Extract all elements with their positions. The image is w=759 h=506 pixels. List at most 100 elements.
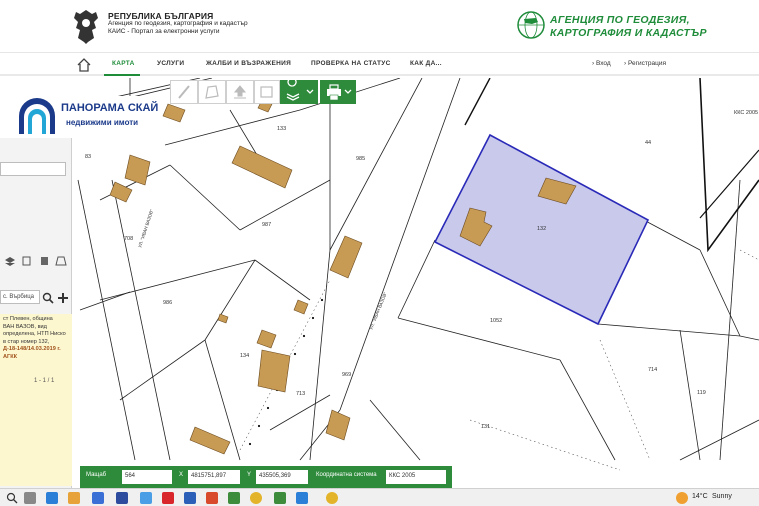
building: [124, 154, 151, 186]
result-line: ВАН ВАЗОВ, вид: [3, 323, 47, 330]
weather-status: Sunny: [712, 493, 732, 500]
result-link[interactable]: АГКК: [3, 354, 69, 362]
app-icon[interactable]: [206, 492, 218, 504]
register-link[interactable]: › Регистрация: [624, 60, 666, 67]
login-label: Вход: [595, 60, 611, 67]
x-label: X: [179, 472, 184, 478]
agency-line2: КАРТОГРАФИЯ И КАДАСТЪР: [550, 27, 707, 39]
shape-icon: [55, 256, 67, 266]
chrome-icon[interactable]: [250, 492, 262, 504]
site-header: РЕПУБЛИКА БЪЛГАРИЯ Агенция по геодезия, …: [0, 0, 759, 52]
parcel-label: 131: [481, 424, 490, 430]
polygon-icon: [205, 85, 219, 99]
upload-icon: [233, 85, 247, 99]
chrome-icon[interactable]: [326, 492, 338, 504]
layers-icon: [5, 257, 15, 266]
printer-icon: [327, 84, 352, 101]
building: [256, 329, 277, 349]
parcel-label: 83: [85, 154, 91, 160]
parcel-label: 132: [537, 226, 546, 232]
sun-icon: [676, 492, 688, 504]
layers-icon: [286, 77, 314, 101]
parcel-label: 708: [124, 236, 133, 242]
result-line: определена, НТП Ниско: [3, 331, 66, 337]
y-coordinate-field[interactable]: 435505,369: [256, 470, 308, 484]
home-icon[interactable]: [76, 57, 92, 73]
search-icon[interactable]: [6, 492, 18, 504]
panorama-sky-logo: ПАНОРАМА СКАЙ недвижими имоти: [15, 96, 159, 136]
street-label: УЛ. "ИВАН ВАЗОВ": [368, 291, 388, 330]
print-dropdown-button[interactable]: [320, 80, 356, 104]
table-icon: [41, 257, 48, 265]
parcel-label: 133: [277, 126, 286, 132]
parcel-label: 134: [240, 353, 249, 359]
panorama-subtitle: недвижими имоти: [66, 118, 139, 127]
result-pager: 1 - 1 / 1: [0, 378, 72, 486]
parcel-label: 44: [645, 140, 651, 146]
search-icon[interactable]: [42, 292, 54, 304]
nav-item-map[interactable]: КАРТА: [112, 60, 135, 67]
building: [189, 426, 231, 455]
parcel-label: 1052: [490, 318, 502, 324]
edge-icon[interactable]: [46, 492, 58, 504]
pager-text: 1 - 1 / 1: [34, 378, 55, 384]
building: [329, 235, 363, 279]
list-icon: [22, 256, 31, 266]
coordinate-bar: Мащаб 564 X 4815751,897 Y 435505,369 Коо…: [80, 466, 452, 488]
panorama-title: ПАНОРАМА СКАЙ: [61, 102, 159, 114]
word-icon[interactable]: [184, 492, 196, 504]
nav-item-status-check[interactable]: ПРОВЕРКА НА СТАТУС: [311, 60, 391, 67]
map-canvas[interactable]: 44 132 133 985 987 986 134 713 1052 714 …: [0, 78, 759, 488]
result-link[interactable]: Д-18-148/14.03.2019 г.: [3, 346, 69, 354]
cadastral-map[interactable]: 44 132 133 985 987 986 134 713 1052 714 …: [0, 78, 759, 488]
weather-temp: 14°C: [692, 493, 708, 500]
nav-item-services[interactable]: УСЛУГИ: [157, 60, 184, 67]
folder-icon[interactable]: [68, 492, 80, 504]
gov-line2: КАИС - Портал за електронни услуги: [108, 28, 220, 35]
building: [257, 349, 291, 393]
nav-item-how-to[interactable]: КАК ДА...: [410, 60, 442, 67]
parcel-label: 969: [342, 372, 351, 378]
select-tool-button[interactable]: [254, 80, 280, 104]
gov-line1: Агенция по геодезия, картография и кадас…: [108, 20, 248, 27]
arch-logo-icon: [19, 98, 55, 134]
app-icon[interactable]: [274, 492, 286, 504]
parcel-label: 987: [262, 222, 271, 228]
gov-title: РЕПУБЛИКА БЪЛГАРИЯ: [108, 11, 214, 21]
parcel-label: 714: [648, 367, 657, 373]
zoom-field[interactable]: 564: [122, 470, 172, 484]
result-line: в стар номер 132,: [3, 338, 50, 345]
app-icon[interactable]: [140, 492, 152, 504]
app-icon[interactable]: [296, 492, 308, 504]
layers-dropdown-button[interactable]: [280, 77, 318, 104]
app-icon[interactable]: [228, 492, 240, 504]
crs-label: Координатна система: [316, 472, 377, 478]
nav-item-complaints[interactable]: ЖАЛБИ И ВЪЗРАЖЕНИЯ: [206, 60, 291, 67]
task-view-icon[interactable]: [24, 492, 36, 504]
app-icon[interactable]: [116, 492, 128, 504]
parcel-label: 119: [697, 390, 706, 396]
windows-taskbar: 14°C Sunny: [0, 488, 759, 506]
app-icon[interactable]: [92, 492, 104, 504]
agency-globe-icon: [517, 11, 545, 39]
map-crs-label: ККС 2005: [734, 110, 758, 116]
zoom-label: Мащаб: [86, 472, 107, 478]
login-link[interactable]: › Вход: [592, 60, 611, 67]
add-icon[interactable]: [57, 292, 69, 304]
building: [217, 313, 229, 324]
left-search-panel: с. Върбица ст Плевен, община ВАН ВАЗОВ, …: [0, 138, 72, 488]
coat-of-arms-icon: [74, 10, 98, 44]
upload-button[interactable]: [226, 80, 254, 104]
area-tool-button[interactable]: [198, 80, 226, 104]
register-label: Регистрация: [627, 60, 666, 67]
agency-line1: АГЕНЦИЯ ПО ГЕОДЕЗИЯ,: [550, 14, 690, 26]
panel-tools: [5, 256, 67, 266]
street-label: УЛ. "ИВАН ВАЗОВ": [137, 208, 154, 248]
pdf-icon[interactable]: [162, 492, 174, 504]
x-coordinate-field[interactable]: 4815751,897: [188, 470, 240, 484]
location-search-input[interactable]: с. Върбица: [0, 290, 40, 304]
panel-input[interactable]: [0, 162, 66, 176]
measure-tool-button[interactable]: [170, 80, 198, 104]
crs-select[interactable]: ККС 2005: [386, 470, 446, 484]
nav-active-underline: [104, 74, 140, 76]
